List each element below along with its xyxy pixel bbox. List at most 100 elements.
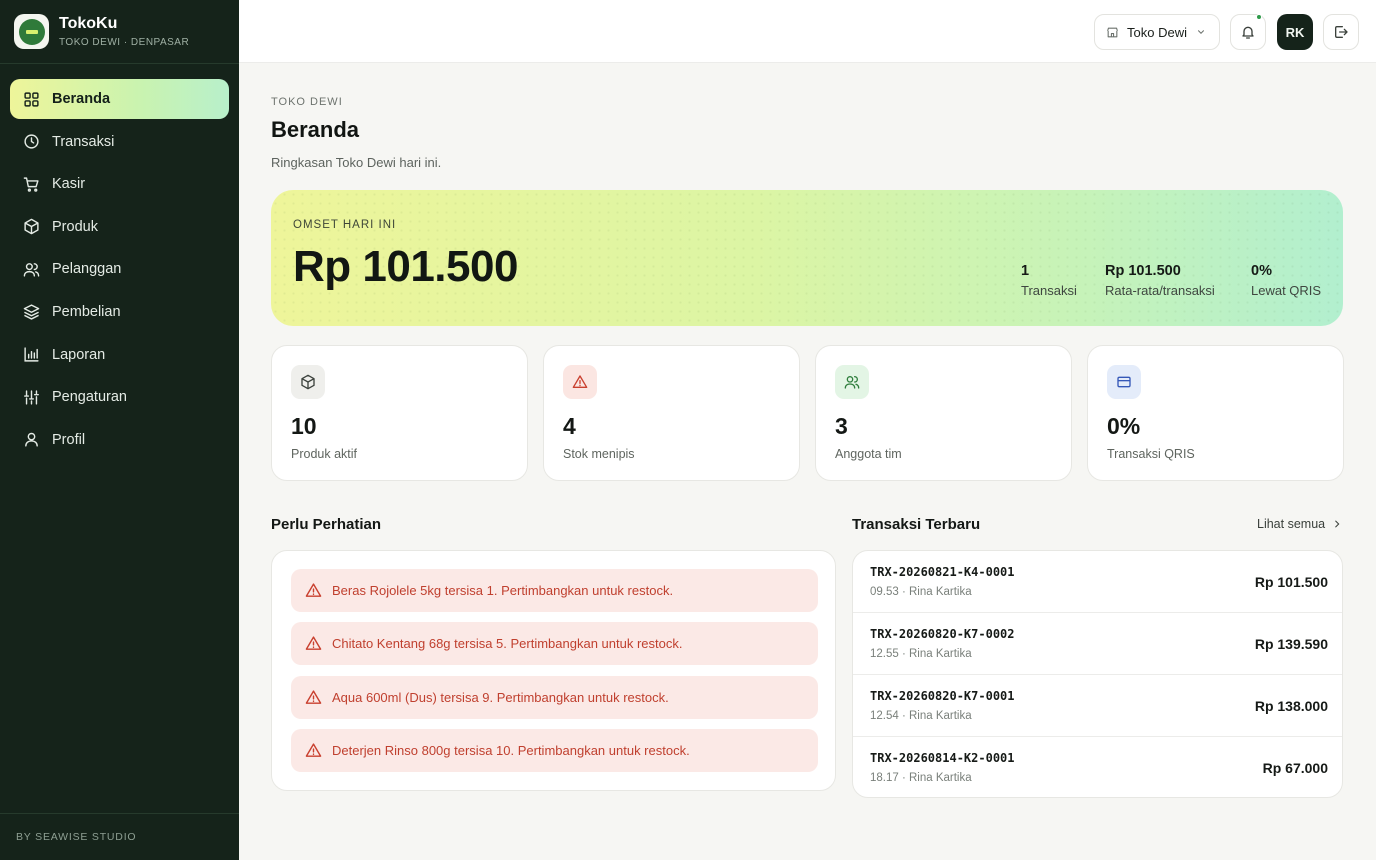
attention-panel: Beras Rojolele 5kg tersisa 1. Pertimbang… bbox=[271, 550, 836, 791]
stat-label: Produk aktif bbox=[291, 447, 358, 461]
store-selector[interactable]: Toko Dewi bbox=[1094, 14, 1220, 50]
alert-text: Beras Rojolele 5kg tersisa 1. Pertimbang… bbox=[332, 583, 674, 598]
stat-card-qris-transactions[interactable]: 0% Transaksi QRIS bbox=[1087, 345, 1344, 481]
brand[interactable]: TokoKu TOKO DEWI · DENPASAR bbox=[14, 14, 189, 49]
chevron-down-icon bbox=[1197, 30, 1204, 34]
low-stock-alert[interactable]: Beras Rojolele 5kg tersisa 1. Pertimbang… bbox=[291, 569, 818, 612]
sidebar-item-label: Pengaturan bbox=[52, 389, 127, 406]
brand-name: TokoKu bbox=[59, 15, 118, 32]
stat-card-active-products[interactable]: 10 Produk aktif bbox=[271, 345, 528, 481]
user-icon bbox=[25, 433, 38, 447]
see-all-link[interactable]: Lihat semua bbox=[1257, 517, 1342, 531]
page-subtitle: Ringkasan Toko Dewi hari ini. bbox=[271, 155, 442, 170]
sidebar-item-label: Pelanggan bbox=[52, 261, 122, 278]
avatar[interactable]: RK bbox=[1277, 14, 1313, 50]
transaction-meta: 12.54 · Rina Kartika bbox=[870, 710, 972, 722]
hero-label: OMSET HARI INI bbox=[293, 219, 397, 231]
stat-label: Transaksi QRIS bbox=[1107, 447, 1195, 461]
transaction-id: TRX-20260814-K2-0001 bbox=[870, 751, 1015, 765]
transactions-section-title: Transaksi Terbaru bbox=[852, 516, 981, 533]
logout-button[interactable] bbox=[1323, 14, 1359, 50]
sidebar-item-label: Pembelian bbox=[52, 303, 121, 320]
hero-stat-average: Rp 101.500 Rata-rata/transaksi bbox=[1105, 263, 1215, 298]
sidebar-item-pelanggan[interactable]: Pelanggan bbox=[10, 249, 229, 289]
page-eyebrow: TOKO DEWI bbox=[271, 96, 343, 108]
hero-stat-label: Rata-rata/transaksi bbox=[1105, 283, 1215, 298]
stat-value: 4 bbox=[563, 413, 576, 439]
topbar: Toko Dewi RK bbox=[239, 0, 1376, 63]
brand-logo-icon bbox=[14, 14, 49, 49]
sidebar-item-profil[interactable]: Profil bbox=[10, 420, 229, 460]
hero-stat-transactions: 1 Transaksi bbox=[1021, 263, 1077, 298]
revenue-hero-card: OMSET HARI INI Rp 101.500 1 Transaksi Rp… bbox=[271, 190, 1343, 326]
sidebar-item-label: Laporan bbox=[52, 346, 106, 363]
transaction-meta: 18.17 · Rina Kartika bbox=[870, 772, 972, 784]
page-title: Beranda bbox=[271, 117, 360, 142]
transaction-row[interactable]: TRX-20260820-K7-0001 12.54 · Rina Kartik… bbox=[853, 675, 1342, 737]
hero-stat-value: Rp 101.500 bbox=[1105, 263, 1181, 279]
attention-section-title: Perlu Perhatian bbox=[271, 516, 382, 533]
warning-icon bbox=[305, 583, 322, 597]
stat-label: Anggota tim bbox=[835, 447, 902, 461]
sliders-icon bbox=[24, 390, 39, 405]
low-stock-alert[interactable]: Deterjen Rinso 800g tersisa 10. Pertimba… bbox=[291, 729, 818, 772]
transaction-amount: Rp 67.000 bbox=[1262, 760, 1328, 776]
clock-icon bbox=[24, 134, 39, 149]
hero-stat-value: 1 bbox=[1021, 263, 1030, 279]
hero-stat-value: 0% bbox=[1251, 263, 1272, 279]
users-icon bbox=[835, 365, 869, 399]
warning-icon bbox=[563, 365, 597, 399]
store-selector-label: Toko Dewi bbox=[1127, 24, 1187, 40]
cart-icon bbox=[23, 177, 39, 192]
transaction-row[interactable]: TRX-20260814-K2-0001 18.17 · Rina Kartik… bbox=[853, 737, 1342, 797]
sidebar-divider bbox=[0, 63, 239, 64]
transaction-row[interactable]: TRX-20260821-K4-0001 09.53 · Rina Kartik… bbox=[853, 551, 1342, 613]
warning-icon bbox=[305, 743, 322, 757]
bell-icon bbox=[1242, 26, 1254, 39]
transaction-amount: Rp 101.500 bbox=[1254, 574, 1328, 590]
sidebar-item-laporan[interactable]: Laporan bbox=[10, 335, 229, 375]
stat-card-low-stock[interactable]: 4 Stok menipis bbox=[543, 345, 800, 481]
bar-chart-icon bbox=[24, 347, 39, 362]
box-icon bbox=[24, 218, 39, 235]
alert-text: Deterjen Rinso 800g tersisa 10. Pertimba… bbox=[332, 743, 690, 758]
low-stock-alert[interactable]: Chitato Kentang 68g tersisa 5. Pertimban… bbox=[291, 622, 818, 665]
brand-subtitle: TOKO DEWI · DENPASAR bbox=[59, 37, 190, 48]
sidebar-footer-divider bbox=[0, 813, 239, 814]
sidebar-item-produk[interactable]: Produk bbox=[10, 207, 229, 247]
warning-icon bbox=[305, 636, 322, 650]
hero-value: Rp 101.500 bbox=[293, 242, 518, 291]
transaction-meta: 09.53 · Rina Kartika bbox=[870, 586, 972, 598]
stat-label: Stok menipis bbox=[563, 447, 635, 461]
transaction-id: TRX-20260820-K7-0001 bbox=[870, 689, 1015, 703]
sidebar-item-label: Kasir bbox=[52, 176, 86, 193]
card-icon bbox=[1107, 365, 1141, 399]
sidebar-item-pembelian[interactable]: Pembelian bbox=[10, 292, 229, 332]
alert-text: Aqua 600ml (Dus) tersisa 9. Pertimbangka… bbox=[332, 690, 669, 705]
sidebar-item-kasir[interactable]: Kasir bbox=[10, 164, 229, 204]
stat-card-team-members[interactable]: 3 Anggota tim bbox=[815, 345, 1072, 481]
hero-stat-qris: 0% Lewat QRIS bbox=[1251, 263, 1321, 298]
store-icon bbox=[1107, 27, 1118, 37]
transaction-amount: Rp 139.590 bbox=[1254, 636, 1328, 652]
chevron-right-icon bbox=[1335, 520, 1340, 528]
transactions-list: TRX-20260821-K4-0001 09.53 · Rina Kartik… bbox=[852, 550, 1343, 798]
transaction-row[interactable]: TRX-20260820-K7-0002 12.55 · Rina Kartik… bbox=[853, 613, 1342, 675]
stat-value: 10 bbox=[291, 413, 317, 439]
hero-stat-label: Transaksi bbox=[1021, 283, 1077, 298]
sidebar-item-beranda[interactable]: Beranda bbox=[10, 79, 229, 119]
warning-icon bbox=[305, 690, 322, 704]
sidebar-item-label: Transaksi bbox=[52, 133, 115, 150]
sidebar-item-transaksi[interactable]: Transaksi bbox=[10, 122, 229, 162]
notifications-button[interactable] bbox=[1230, 14, 1266, 50]
stat-value: 0% bbox=[1107, 413, 1141, 439]
sidebar-nav: Beranda Transaksi Kasir Produk Pelanggan… bbox=[10, 79, 229, 462]
box-icon bbox=[291, 365, 325, 399]
sidebar-item-pengaturan[interactable]: Pengaturan bbox=[10, 377, 229, 417]
sidebar-item-label: Beranda bbox=[52, 91, 111, 107]
low-stock-alert[interactable]: Aqua 600ml (Dus) tersisa 9. Pertimbangka… bbox=[291, 676, 818, 719]
notification-dot bbox=[1256, 14, 1262, 20]
stat-value: 3 bbox=[835, 413, 848, 439]
sidebar-item-label: Profil bbox=[52, 431, 86, 448]
sidebar-item-label: Produk bbox=[52, 218, 98, 235]
